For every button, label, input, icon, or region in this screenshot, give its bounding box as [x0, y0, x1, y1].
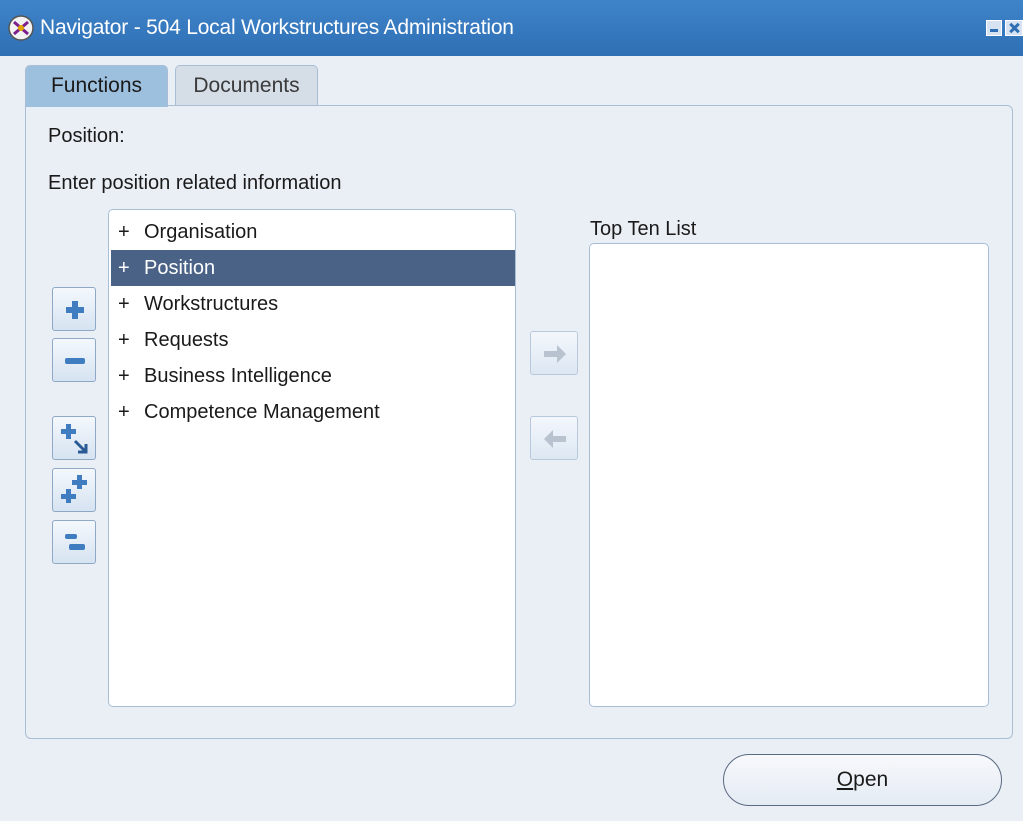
list-item-label: Requests: [144, 329, 229, 351]
expand-marker: +: [118, 221, 130, 243]
list-item-organisation[interactable]: + Organisation: [111, 214, 515, 250]
collapse-button[interactable]: [52, 338, 96, 382]
instruction-text: Enter position related information: [48, 172, 342, 194]
expand-all-button[interactable]: [52, 468, 96, 512]
expand-marker: +: [118, 329, 130, 351]
list-item-label: Position: [144, 257, 216, 279]
arrow-left-icon: [544, 430, 566, 448]
oracle-app-icon: [8, 15, 34, 41]
list-item-label: Business Intelligence: [144, 365, 332, 387]
expand-icon: [66, 301, 84, 319]
expand-branch-icon: [61, 424, 88, 454]
collapse-all-button[interactable]: [52, 520, 96, 564]
function-list[interactable]: + Organisation + Position + Workstructur…: [108, 209, 516, 707]
close-icon[interactable]: [1005, 20, 1023, 36]
open-label-rest: pen: [853, 768, 889, 791]
section-label: Position:: [48, 125, 125, 147]
list-item-workstructures[interactable]: + Workstructures: [111, 286, 515, 322]
expand-marker: +: [118, 293, 130, 315]
list-item-business-intelligence[interactable]: + Business Intelligence: [111, 358, 515, 394]
tab-functions[interactable]: Functions: [25, 65, 168, 107]
collapse-all-icon: [65, 534, 85, 550]
list-item-competence-management[interactable]: + Competence Management: [111, 394, 515, 430]
expand-all-icon: [61, 475, 87, 503]
open-button[interactable]: Open: [723, 754, 1002, 806]
top-ten-label: Top Ten List: [590, 218, 697, 240]
expand-button[interactable]: [52, 287, 96, 331]
list-item-position[interactable]: + Position: [111, 250, 515, 286]
window-title: Navigator - 504 Local Workstructures Adm…: [40, 16, 514, 39]
expand-marker: +: [118, 257, 130, 279]
remove-from-top-ten-button[interactable]: [530, 416, 578, 460]
minimize-icon[interactable]: [986, 20, 1002, 36]
expand-branch-button[interactable]: [52, 416, 96, 460]
add-to-top-ten-button[interactable]: [530, 331, 578, 375]
list-item-label: Organisation: [144, 221, 258, 243]
list-item-label: Competence Management: [144, 401, 380, 423]
list-item-label: Workstructures: [144, 293, 279, 315]
expand-marker: +: [118, 401, 130, 423]
expand-marker: +: [118, 365, 130, 387]
arrow-right-icon: [544, 345, 566, 363]
top-ten-list[interactable]: [589, 243, 989, 707]
title-bar: Navigator - 504 Local Workstructures Adm…: [0, 0, 1023, 56]
list-item-requests[interactable]: + Requests: [111, 322, 515, 358]
collapse-icon: [65, 358, 85, 364]
tab-documents[interactable]: Documents: [175, 65, 318, 105]
open-mnemonic: O: [836, 768, 854, 791]
